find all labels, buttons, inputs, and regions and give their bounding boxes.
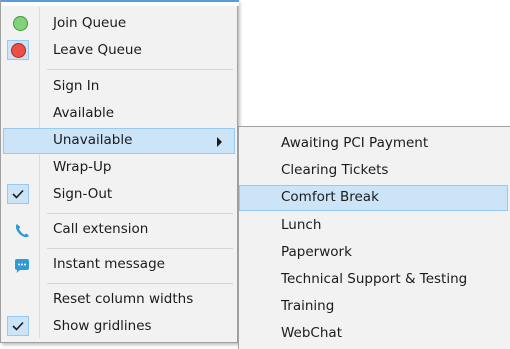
unavailable-submenu: Awaiting PCI Payment Clearing Tickets Co… [238, 126, 510, 349]
submenu-item-label: Comfort Break [281, 189, 379, 205]
submenu-item-label: Awaiting PCI Payment [281, 135, 429, 151]
menu-item-available[interactable]: Available [3, 101, 235, 127]
submenu-arrow-icon [217, 137, 222, 147]
menu-separator [47, 248, 233, 249]
menu-item-label: Leave Queue [53, 42, 142, 58]
menu-item-call-extension[interactable]: Call extension [3, 217, 235, 243]
menu-item-label: Sign-Out [53, 186, 113, 202]
submenu-item-label: Technical Support & Testing [281, 271, 468, 287]
submenu-item-webchat[interactable]: WebChat [239, 321, 510, 347]
menu-item-instant-message[interactable]: Instant message [3, 252, 235, 278]
menu-item-join-queue[interactable]: Join Queue [3, 11, 235, 37]
leave-queue-icon [7, 40, 29, 60]
submenu-item-technical-support-testing[interactable]: Technical Support & Testing [239, 267, 510, 293]
menu-separator [47, 213, 233, 214]
menu-item-leave-queue[interactable]: Leave Queue [3, 38, 235, 64]
checkmark-icon [7, 184, 29, 204]
menu-item-label: Show gridlines [53, 318, 152, 334]
submenu-item-label: Paperwork [281, 244, 352, 260]
submenu-item-lunch[interactable]: Lunch [239, 213, 510, 239]
menu-item-label: Sign In [53, 78, 100, 94]
menu-item-wrap-up[interactable]: Wrap-Up [3, 155, 235, 181]
submenu-item-comfort-break[interactable]: Comfort Break [239, 185, 508, 211]
submenu-item-label: Lunch [281, 217, 322, 233]
menu-item-label: Reset column widths [53, 291, 194, 307]
phone-icon [13, 222, 31, 240]
menu-separator [47, 69, 233, 70]
submenu-item-label: Training [281, 298, 335, 314]
submenu-item-paperwork[interactable]: Paperwork [239, 240, 510, 266]
menu-item-label: Unavailable [53, 132, 133, 148]
join-queue-icon [13, 16, 31, 34]
menu-item-sign-in[interactable]: Sign In [3, 74, 235, 100]
checkmark-icon [7, 316, 29, 336]
submenu-item-label: Clearing Tickets [281, 162, 389, 178]
menu-item-unavailable[interactable]: Unavailable [3, 128, 235, 154]
menu-item-show-gridlines[interactable]: Show gridlines [3, 314, 235, 340]
menu-item-label: Wrap-Up [53, 159, 112, 175]
menu-item-label: Call extension [53, 221, 149, 237]
menu-item-reset-column-widths[interactable]: Reset column widths [3, 287, 235, 313]
menu-item-label: Instant message [53, 256, 165, 272]
menu-item-label: Join Queue [53, 15, 127, 31]
menu-separator [47, 283, 233, 284]
chat-icon [13, 257, 31, 275]
submenu-item-label: WebChat [281, 325, 342, 341]
context-menu: Join Queue Leave Queue Sign In Available… [0, 0, 239, 343]
menu-item-sign-out[interactable]: Sign-Out [3, 182, 235, 208]
submenu-item-clearing-tickets[interactable]: Clearing Tickets [239, 158, 510, 184]
menu-item-label: Available [53, 105, 115, 121]
submenu-item-training[interactable]: Training [239, 294, 510, 320]
submenu-item-awaiting-pci-payment[interactable]: Awaiting PCI Payment [239, 131, 510, 157]
